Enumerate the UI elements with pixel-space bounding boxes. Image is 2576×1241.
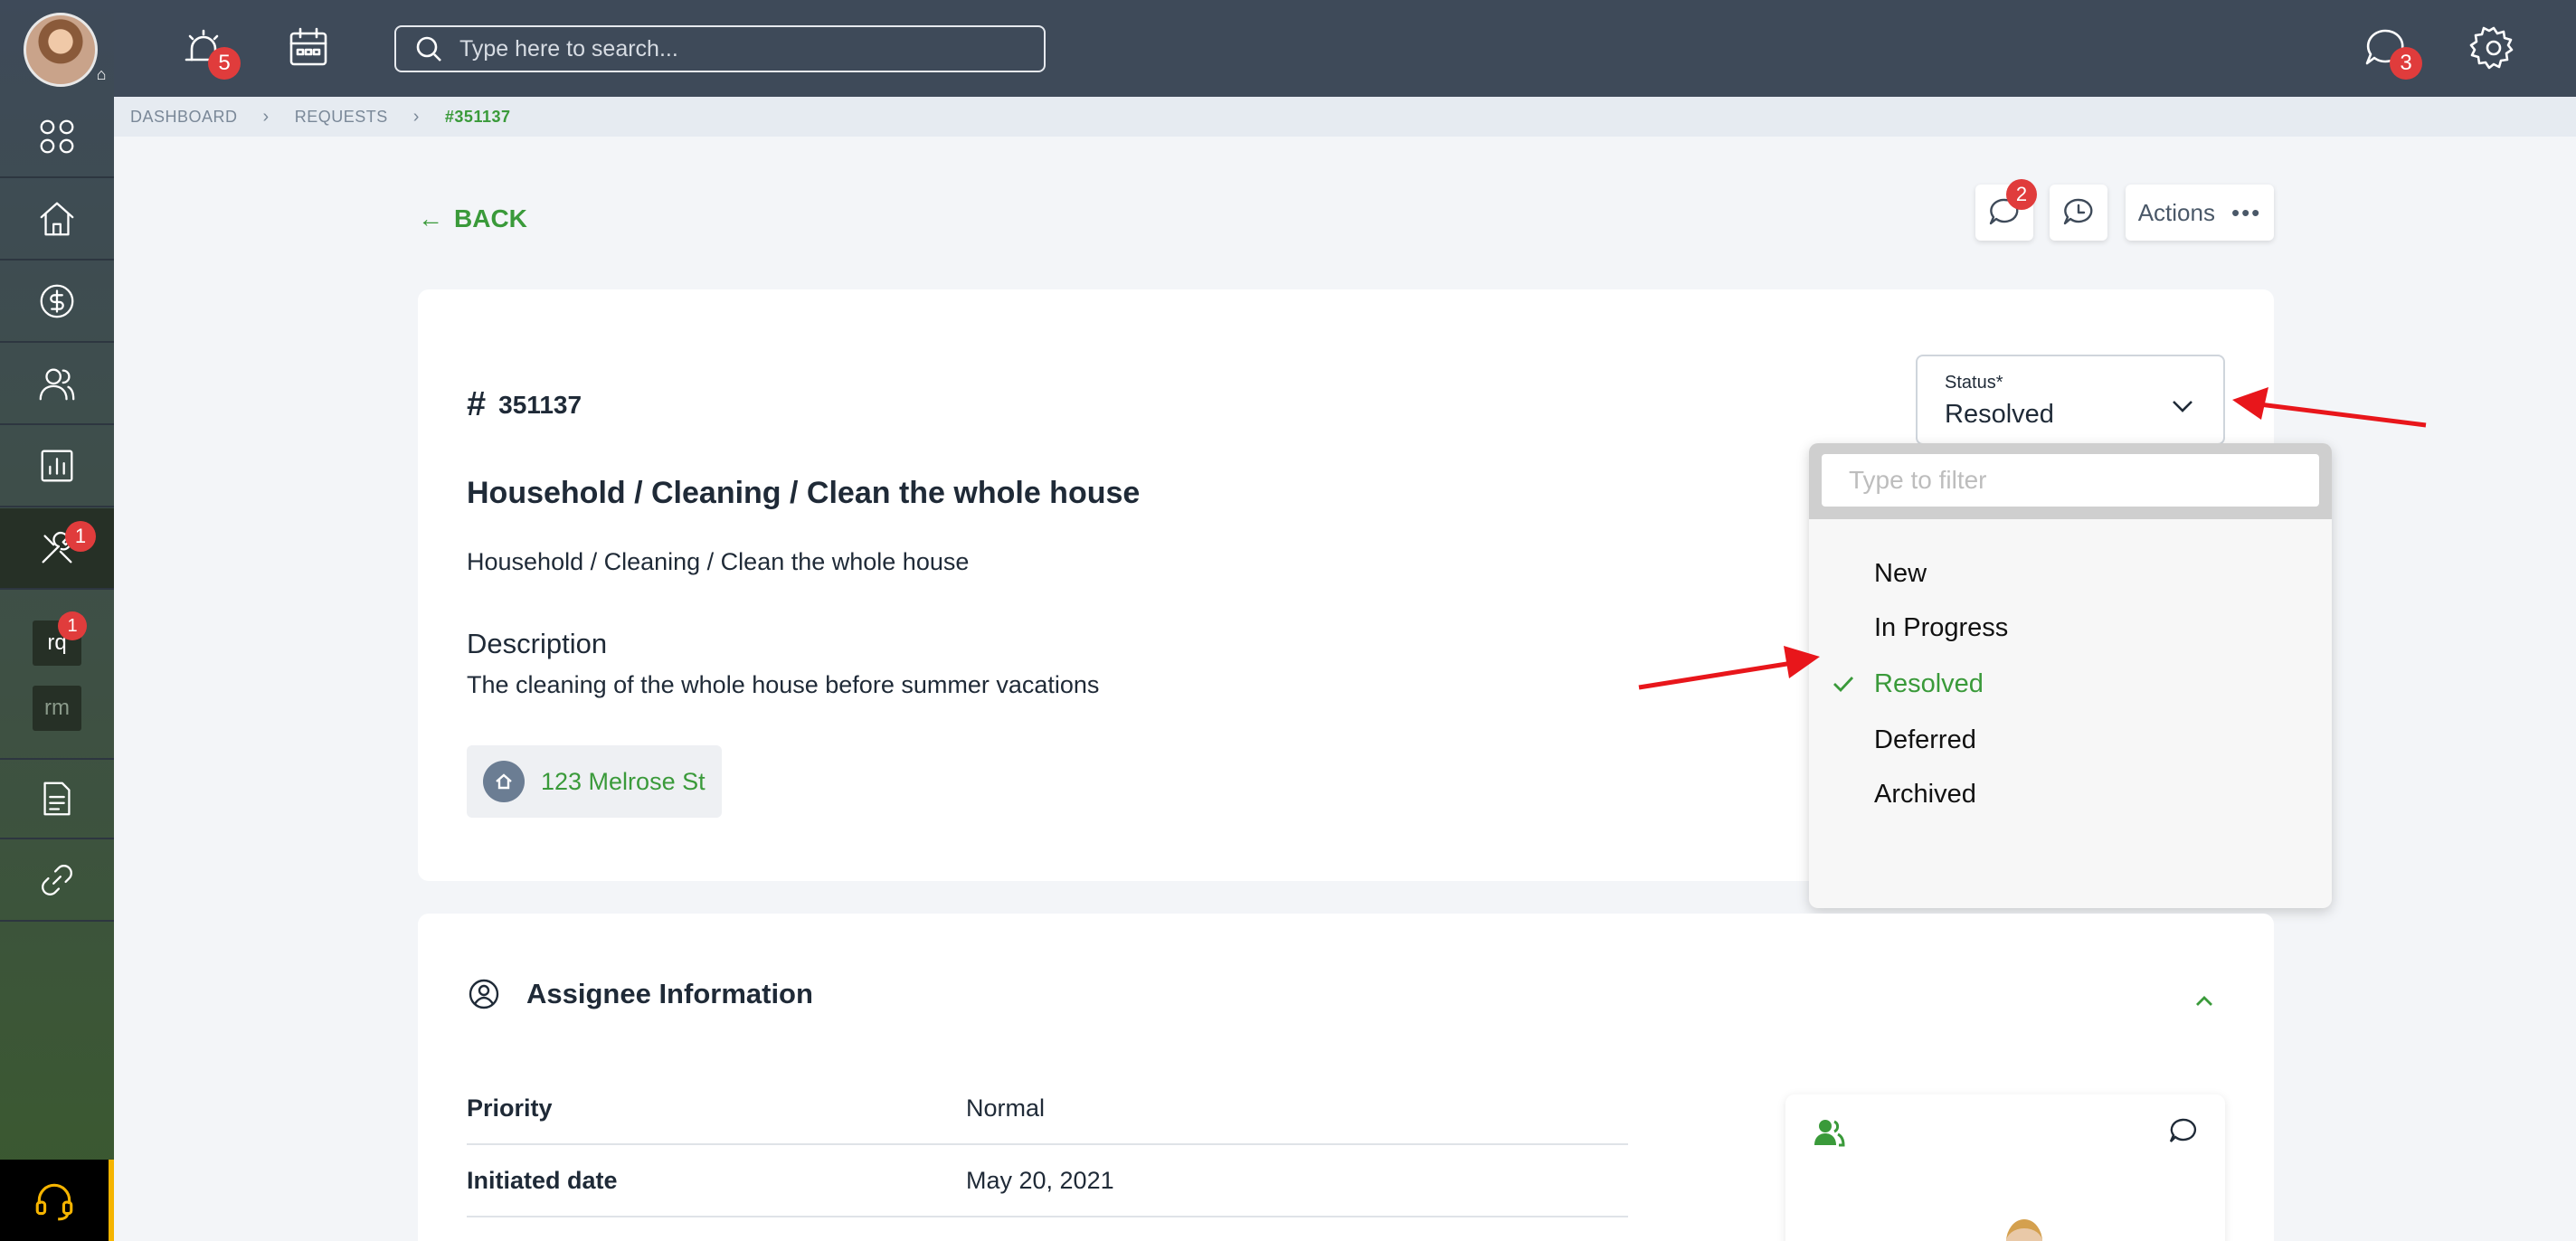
breadcrumb: DASHBOARD › REQUESTS › #351137 bbox=[114, 97, 2576, 137]
headset-icon bbox=[35, 1183, 73, 1221]
home-icon bbox=[40, 202, 74, 236]
status-select[interactable]: Status* Resolved bbox=[1916, 355, 2225, 445]
chevron-up-icon bbox=[2196, 996, 2212, 1006]
address-text: 123 Melrose St bbox=[541, 767, 706, 795]
address-chip[interactable]: 123 Melrose St bbox=[467, 745, 722, 818]
status-option-resolved[interactable]: Resolved bbox=[1809, 657, 2332, 711]
search-icon bbox=[416, 36, 441, 62]
calendar-button[interactable] bbox=[284, 24, 333, 72]
request-id-value: 351137 bbox=[498, 390, 582, 419]
actions-button[interactable]: Actions ••• bbox=[2126, 185, 2274, 241]
sidebar-item-users[interactable] bbox=[0, 344, 114, 425]
users-icon bbox=[39, 368, 75, 401]
sidebar-item-links[interactable] bbox=[0, 840, 114, 922]
search-box[interactable] bbox=[394, 25, 1046, 72]
chat-button[interactable]: 3 bbox=[2361, 24, 2422, 80]
dollar-icon bbox=[40, 284, 74, 318]
sidebar-item-tools[interactable]: 1 bbox=[0, 508, 114, 590]
hash-icon: # bbox=[467, 385, 487, 423]
user-circle-icon bbox=[469, 979, 499, 1009]
chevron-down-icon bbox=[2173, 401, 2192, 412]
rq-badge: 1 bbox=[58, 611, 87, 640]
history-clock-icon bbox=[2063, 198, 2093, 225]
status-option-new[interactable]: New bbox=[1809, 546, 2332, 601]
assignee-profile-card bbox=[1785, 1094, 2225, 1241]
row-key: Priority bbox=[467, 1094, 553, 1122]
row-value: Normal bbox=[966, 1094, 1046, 1122]
pin-icon: ⌂ bbox=[96, 65, 107, 83]
alarm-button[interactable]: 5 bbox=[179, 24, 241, 80]
collapse-button[interactable] bbox=[2191, 988, 2218, 1015]
annotation-arrow-status bbox=[2232, 387, 2427, 428]
top-bar: 5 3 bbox=[114, 0, 2576, 97]
sidebar-item-rm[interactable]: rm bbox=[33, 686, 81, 731]
history-button[interactable] bbox=[2050, 185, 2107, 241]
status-filter-input[interactable] bbox=[1822, 454, 2319, 507]
arrow-left-icon: ← bbox=[418, 204, 443, 232]
actions-label: Actions bbox=[2137, 198, 2215, 226]
assignee-card: Assignee Information Priority Normal Ini… bbox=[418, 914, 2274, 1241]
status-option-in-progress[interactable]: In Progress bbox=[1809, 601, 2332, 655]
sidebar-item-reports[interactable] bbox=[0, 426, 114, 507]
option-label: New bbox=[1874, 558, 1927, 588]
alarm-badge: 5 bbox=[208, 47, 241, 80]
chart-icon bbox=[41, 450, 73, 482]
comments-badge: 2 bbox=[2006, 179, 2037, 210]
house-icon bbox=[483, 761, 525, 802]
sidebar-item-documents[interactable] bbox=[0, 758, 114, 839]
breadcrumb-dashboard[interactable]: DASHBOARD bbox=[130, 108, 238, 127]
assignee-heading: Assignee Information bbox=[526, 978, 813, 1009]
tools-badge: 1 bbox=[65, 521, 96, 552]
request-title: Household / Cleaning / Clean the whole h… bbox=[467, 476, 1141, 510]
apps-grid-icon bbox=[40, 119, 74, 154]
sidebar: ⌂ 1 rq 1 rm bbox=[0, 0, 114, 1241]
calendar-icon bbox=[289, 27, 327, 66]
sidebar-item-apps[interactable] bbox=[0, 97, 114, 178]
user-avatar[interactable] bbox=[24, 13, 98, 87]
row-value: May 20, 2021 bbox=[966, 1166, 1114, 1194]
back-button[interactable]: ← BACK bbox=[418, 204, 527, 233]
request-category: Household / Cleaning / Clean the whole h… bbox=[467, 548, 970, 575]
description-heading: Description bbox=[467, 628, 608, 659]
status-value: Resolved bbox=[1945, 400, 2054, 429]
gear-icon bbox=[2469, 26, 2514, 70]
option-label: In Progress bbox=[1874, 612, 2009, 642]
breadcrumb-current: #351137 bbox=[444, 107, 511, 126]
breadcrumb-chevron-icon: › bbox=[412, 106, 420, 127]
sidebar-item-home[interactable] bbox=[0, 179, 114, 261]
row-key: Initiated date bbox=[467, 1166, 618, 1194]
option-label: Deferred bbox=[1874, 725, 1976, 754]
more-dots-icon: ••• bbox=[2230, 198, 2262, 226]
description-text: The cleaning of the whole house before s… bbox=[467, 671, 1100, 698]
filter-wrap bbox=[1809, 443, 2332, 519]
status-option-archived[interactable]: Archived bbox=[1809, 767, 2332, 821]
assign-user-icon[interactable] bbox=[1813, 1116, 1845, 1149]
status-option-deferred[interactable]: Deferred bbox=[1809, 713, 2332, 767]
request-id: # 351137 bbox=[467, 385, 582, 424]
sidebar-item-finance[interactable] bbox=[0, 261, 114, 343]
chat-badge: 3 bbox=[2390, 47, 2422, 80]
breadcrumb-requests[interactable]: REQUESTS bbox=[295, 108, 388, 127]
support-button[interactable] bbox=[0, 1160, 114, 1241]
settings-button[interactable] bbox=[2469, 24, 2518, 72]
status-label: Status* bbox=[1945, 373, 2003, 393]
message-icon[interactable] bbox=[2167, 1116, 2198, 1147]
assignee-header[interactable]: Assignee Information bbox=[467, 977, 813, 1011]
table-row: Priority Normal bbox=[467, 1073, 1628, 1145]
breadcrumb-chevron-icon: › bbox=[262, 106, 270, 127]
option-label: Archived bbox=[1874, 779, 1976, 809]
link-icon bbox=[42, 865, 72, 895]
search-input[interactable] bbox=[459, 35, 1002, 62]
check-icon bbox=[1829, 669, 1858, 698]
comments-button[interactable]: 2 bbox=[1975, 179, 2037, 241]
annotation-arrow-resolved bbox=[1638, 646, 1820, 690]
rm-label: rm bbox=[44, 696, 70, 720]
assignee-photo bbox=[2006, 1219, 2042, 1241]
status-dropdown: New In Progress Resolved Deferred Archiv… bbox=[1809, 443, 2332, 908]
table-row: Initiated date May 20, 2021 bbox=[467, 1145, 1628, 1217]
option-label: Resolved bbox=[1874, 668, 1984, 698]
document-icon bbox=[43, 782, 71, 816]
back-label: BACK bbox=[454, 204, 527, 232]
